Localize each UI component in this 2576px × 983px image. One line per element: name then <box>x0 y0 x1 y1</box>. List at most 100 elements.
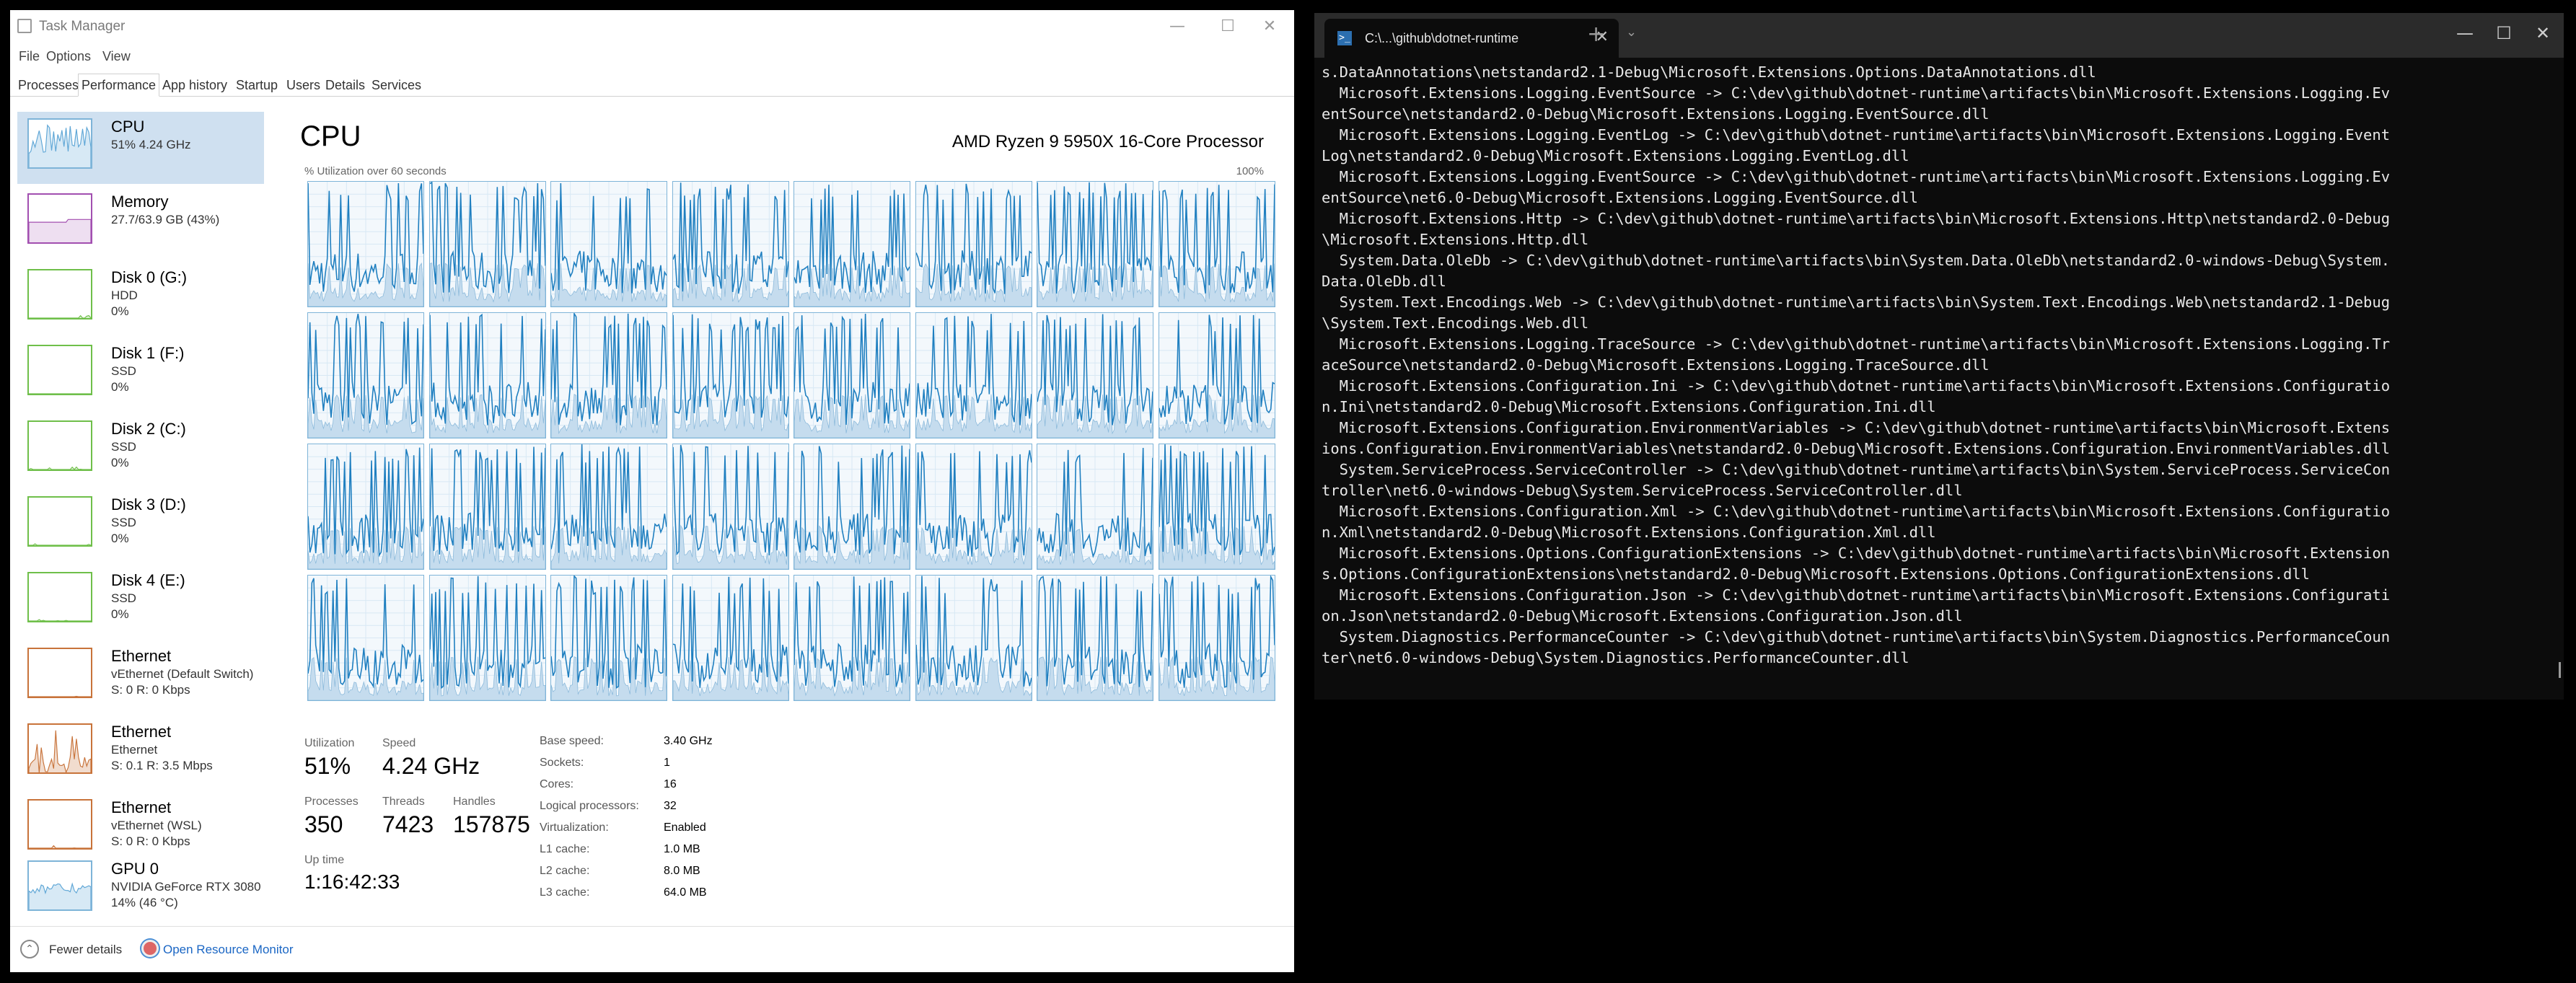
logical-processor-graph <box>428 575 546 701</box>
tab-services[interactable]: Services <box>368 74 425 97</box>
terminal-line: System.Diagnostics.PerformanceCounter ->… <box>1322 628 2391 645</box>
logical-processor-graph <box>1037 181 1153 307</box>
tab-details[interactable]: Details <box>322 74 369 97</box>
logical-processor-graph <box>307 181 424 307</box>
sidebar-item-disk-0[interactable]: Disk 0 (G:) HDD 0% <box>17 263 264 335</box>
logical-processor-graph-grid[interactable] <box>307 181 1278 703</box>
sidebar-item-cpu[interactable]: CPU 51% 4.24 GHz <box>17 112 264 184</box>
logical-processor-graph <box>550 444 667 570</box>
terminal-maximize-button[interactable]: ☐ <box>2486 23 2522 45</box>
disk-thumbnail <box>27 269 92 319</box>
cpu-thumbnail <box>27 118 92 169</box>
sidebar-item-detail: Ethernet <box>111 743 158 757</box>
detail-label: Virtualization: <box>540 821 609 834</box>
terminal-line: \System.Text.Encodings.Web.dll <box>1322 314 1589 332</box>
utilization-value: 51% <box>304 753 351 779</box>
sidebar-item-label: Disk 3 (D:) <box>111 495 186 513</box>
terminal-line: \Microsoft.Extensions.Http.dll <box>1322 231 1589 248</box>
utilization-label: Utilization <box>304 737 355 749</box>
tab-performance[interactable]: Performance <box>78 74 160 97</box>
terminal-scrollbar[interactable] <box>2559 662 2561 678</box>
tab-app-history[interactable]: App history <box>159 74 231 97</box>
title-bar[interactable]: Task Manager — ☐ ✕ <box>10 10 1294 42</box>
detail-value: Enabled <box>664 821 706 834</box>
logical-processor-graph <box>672 312 789 438</box>
maximize-button[interactable]: ☐ <box>1212 16 1244 38</box>
menu-view[interactable]: View <box>102 49 131 64</box>
sidebar-item-detail: 0% <box>111 532 129 545</box>
terminal-line: ter\net6.0-windows-Debug\System.Diagnost… <box>1322 649 1909 666</box>
sidebar-item-detail: S: 0.1 R: 3.5 Mbps <box>111 759 213 772</box>
detail-value: 32 <box>664 800 677 812</box>
terminal-tab-title: C:\...\github\dotnet-runtime <box>1365 31 1519 45</box>
terminal-output[interactable]: s.DataAnnotations\netstandard2.1-Debug\M… <box>1322 62 2548 689</box>
terminal-tab[interactable]: >_ C:\...\github\dotnet-runtime ✕ <box>1324 19 1619 58</box>
sidebar-item-label: Disk 4 (E:) <box>111 571 185 589</box>
graph-max-label: 100% <box>1236 165 1264 177</box>
terminal-line: Microsoft.Extensions.Configuration.Envir… <box>1322 419 2391 436</box>
sidebar-item-label: Ethernet <box>111 798 172 816</box>
sidebar-item-ethernet[interactable]: Ethernet Ethernet S: 0.1 R: 3.5 Mbps <box>17 717 264 789</box>
task-manager-icon <box>17 19 32 33</box>
detail-label: Cores: <box>540 778 574 790</box>
logical-processor-graph <box>1037 312 1153 438</box>
ethernet-thumbnail <box>27 648 92 698</box>
sidebar-item-ethernet-default-switch[interactable]: Ethernet vEthernet (Default Switch) S: 0… <box>17 641 264 713</box>
minimize-button[interactable]: — <box>1161 16 1193 38</box>
disk-thumbnail <box>27 496 92 547</box>
chevron-up-icon[interactable]: ⌃ <box>20 940 39 958</box>
detail-label: Sockets: <box>540 757 584 769</box>
resource-monitor-icon[interactable] <box>141 940 159 957</box>
cpu-performance-panel: CPU AMD Ryzen 9 5950X 16-Core Processor … <box>291 100 1287 926</box>
sidebar-item-detail: SSD <box>111 591 136 605</box>
disk-thumbnail <box>27 420 92 471</box>
terminal-line: Microsoft.Extensions.Configuration.Json … <box>1322 586 2391 604</box>
disk-thumbnail <box>27 345 92 395</box>
sidebar-item-detail: 27.7/63.9 GB (43%) <box>111 213 220 226</box>
sidebar-item-disk-2[interactable]: Disk 2 (C:) SSD 0% <box>17 414 264 486</box>
sidebar-item-detail: SSD <box>111 364 136 378</box>
terminal-line: System.Text.Encodings.Web -> C:\dev\gith… <box>1322 294 2391 311</box>
logical-processor-graph <box>672 444 789 570</box>
sidebar-item-gpu-0[interactable]: GPU 0 NVIDIA GeForce RTX 3080 14% (46 °C… <box>17 854 264 926</box>
menu-options[interactable]: Options <box>46 49 91 64</box>
open-resource-monitor-link[interactable]: Open Resource Monitor <box>163 943 293 957</box>
tab-users[interactable]: Users <box>283 74 324 97</box>
logical-processor-graph <box>550 181 667 307</box>
logical-processor-graph <box>428 444 546 570</box>
page-title: CPU <box>300 120 361 152</box>
window-title: Task Manager <box>39 19 126 34</box>
detail-value: 16 <box>664 778 677 790</box>
close-button[interactable]: ✕ <box>1254 16 1285 38</box>
sidebar-item-detail: vEthernet (WSL) <box>111 819 202 832</box>
detail-label: L1 cache: <box>540 843 590 855</box>
logical-processor-graph <box>794 181 910 307</box>
fewer-details-link[interactable]: Fewer details <box>49 943 122 957</box>
sidebar-item-disk-1[interactable]: Disk 1 (F:) SSD 0% <box>17 338 264 410</box>
terminal-title-bar[interactable]: >_ C:\...\github\dotnet-runtime ✕ + ⌄ — … <box>1314 13 2564 58</box>
sidebar-item-disk-4[interactable]: Disk 4 (E:) SSD 0% <box>17 565 264 638</box>
detail-label: L3 cache: <box>540 886 590 899</box>
menu-file[interactable]: File <box>19 49 40 64</box>
speed-label: Speed <box>382 737 416 749</box>
terminal-minimize-button[interactable]: — <box>2447 23 2483 45</box>
sidebar-item-detail: SSD <box>111 516 136 529</box>
terminal-line: n.Ini\netstandard2.0-Debug\Microsoft.Ext… <box>1322 398 1936 415</box>
uptime-value: 1:16:42:33 <box>304 870 400 893</box>
terminal-line: s.Options.ConfigurationExtensions\netsta… <box>1322 565 2310 583</box>
sidebar-item-disk-3[interactable]: Disk 3 (D:) SSD 0% <box>17 490 264 562</box>
logical-processor-graph <box>672 181 789 307</box>
new-tab-button[interactable]: + <box>1587 22 1605 47</box>
terminal-line: Microsoft.Extensions.Logging.TraceSource… <box>1322 335 2391 353</box>
detail-value: 3.40 GHz <box>664 735 713 747</box>
tab-processes[interactable]: Processes <box>14 74 82 97</box>
terminal-line: n.Xml\netstandard2.0-Debug\Microsoft.Ext… <box>1322 524 1936 541</box>
sidebar-item-detail: S: 0 R: 0 Kbps <box>111 683 190 697</box>
tab-startup[interactable]: Startup <box>232 74 281 97</box>
chevron-down-icon[interactable]: ⌄ <box>1626 25 1637 40</box>
sidebar-item-detail: vEthernet (Default Switch) <box>111 667 254 681</box>
terminal-line: Microsoft.Extensions.Logging.EventSource… <box>1322 168 2391 185</box>
sidebar-item-memory[interactable]: Memory 27.7/63.9 GB (43%) <box>17 187 264 259</box>
logical-processor-graph <box>1158 312 1275 438</box>
terminal-close-button[interactable]: ✕ <box>2525 23 2561 45</box>
